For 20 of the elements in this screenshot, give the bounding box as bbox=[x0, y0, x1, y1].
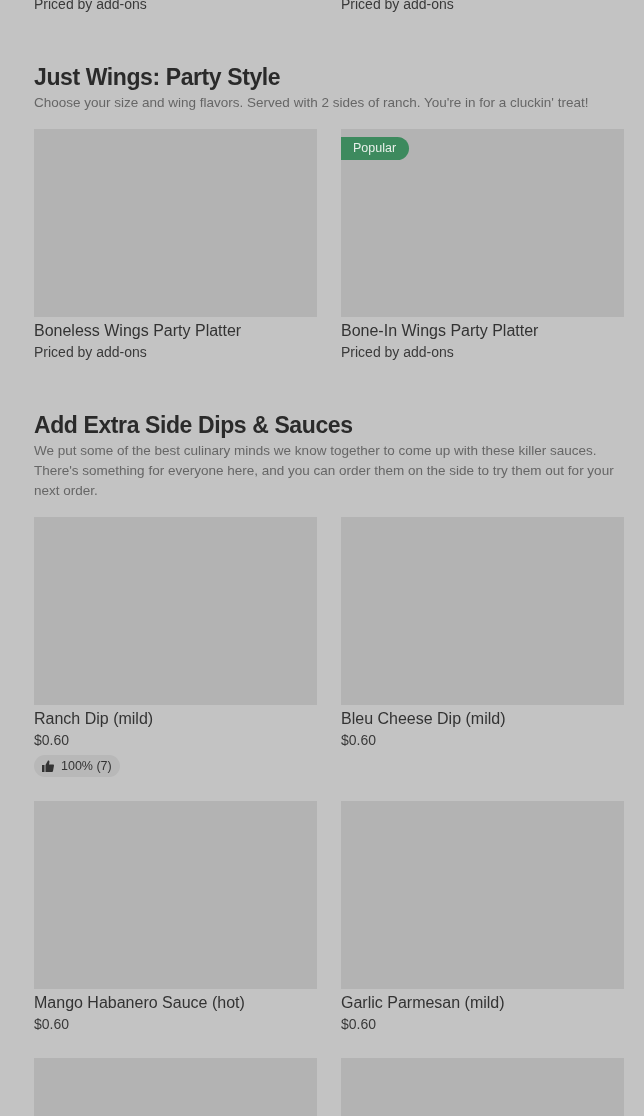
rating-text: 100% (7) bbox=[61, 759, 112, 773]
item-name[interactable]: Bleu Cheese Dip (mild) bbox=[341, 708, 624, 730]
item-name[interactable]: Mango Habanero Sauce (hot) bbox=[34, 992, 317, 1014]
item-name[interactable]: Ranch Dip (mild) bbox=[34, 708, 317, 730]
item-price: Priced by add-ons bbox=[341, 343, 455, 362]
item-price: $0.60 bbox=[341, 731, 378, 750]
item-image[interactable]: Popular bbox=[341, 129, 624, 317]
section-description: We put some of the best culinary minds we know together to come up with these killer sauces. There's something for everyone here, and you can order them on the side to try them out for your next order. bbox=[34, 442, 615, 500]
section-title: Add Extra Side Dips & Sauces bbox=[34, 411, 354, 440]
item-name[interactable]: Bone-In Wings Party Platter bbox=[341, 320, 624, 342]
item-name[interactable]: Boneless Wings Party Platter bbox=[34, 320, 317, 342]
item-price: $0.60 bbox=[34, 731, 71, 750]
item-price: Priced by add-ons bbox=[34, 343, 148, 362]
popular-badge: Popular bbox=[341, 137, 410, 160]
thumbs-up-icon bbox=[42, 760, 54, 772]
section-title: Just Wings: Party Style bbox=[34, 63, 282, 92]
item-price: $0.60 bbox=[341, 1015, 378, 1034]
item-price: $0.60 bbox=[34, 1015, 71, 1034]
section-description: Choose your size and wing flavors. Served with 2 sides of ranch. You're in for a cluckin' treat! bbox=[34, 94, 590, 112]
item-name[interactable]: Garlic Parmesan (mild) bbox=[341, 992, 624, 1014]
